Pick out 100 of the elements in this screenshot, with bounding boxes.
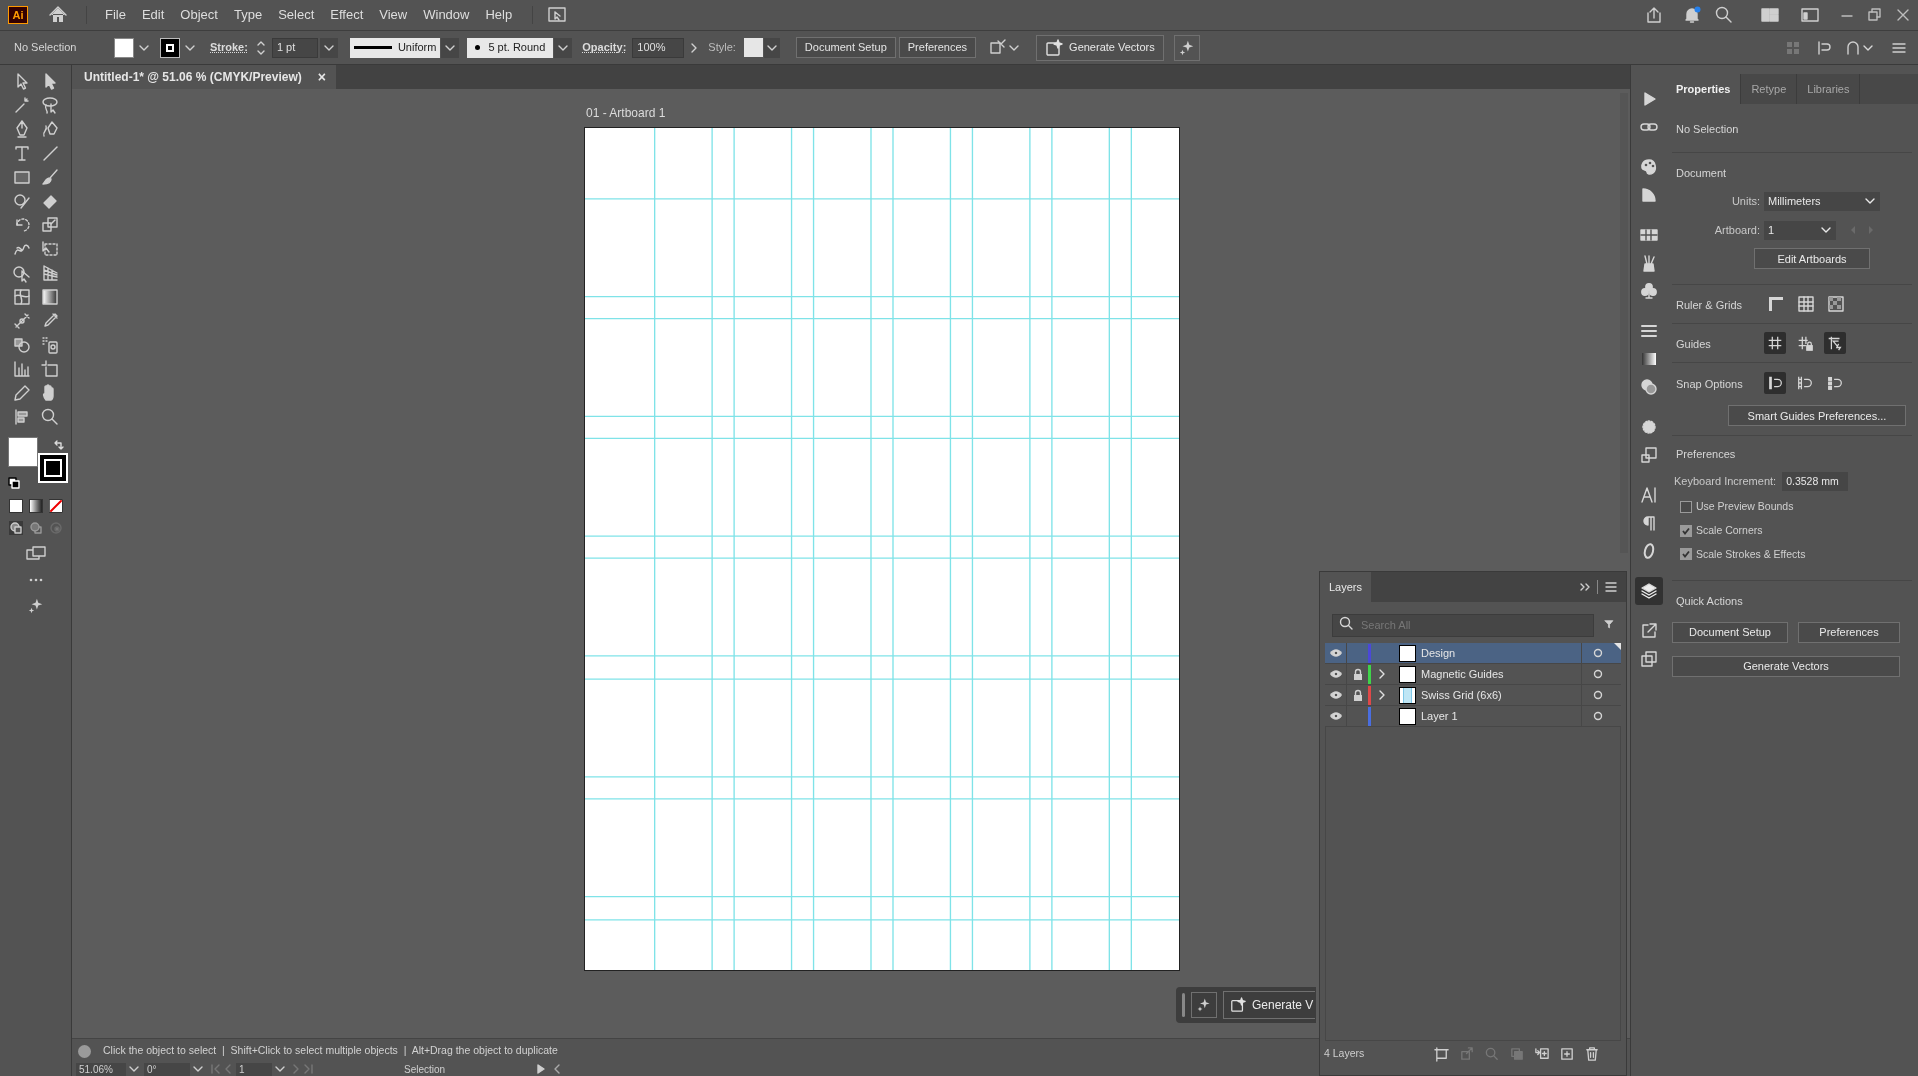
zoom-icon[interactable] (39, 407, 60, 427)
sparkle-button[interactable] (1191, 992, 1217, 1018)
pencil-icon[interactable] (11, 383, 32, 403)
stroke-weight-field[interactable]: 1 pt (271, 37, 318, 58)
free-transform-icon[interactable] (39, 239, 60, 259)
show-guides-icon[interactable] (1764, 331, 1786, 354)
preferences-button[interactable]: Preferences (1798, 621, 1900, 643)
new-layer-icon[interactable] (1559, 1046, 1575, 1062)
menu-item[interactable]: Object (172, 5, 226, 25)
character-icon[interactable] (1638, 485, 1659, 505)
snap-magnet-icon[interactable] (1816, 38, 1834, 57)
color-mode-button[interactable] (8, 499, 23, 513)
opacity-field[interactable]: 100% (632, 37, 685, 58)
layer-row[interactable]: Layer 1 (1325, 706, 1621, 727)
panel-tab[interactable]: Retype (1741, 74, 1798, 104)
shape-builder-icon[interactable] (11, 263, 32, 283)
preferences-button[interactable]: Preferences (898, 37, 977, 58)
draw-normal-icon[interactable] (8, 521, 23, 535)
menu-item[interactable]: Effect (322, 5, 372, 25)
generate-vectors-button[interactable]: Generate Vectors (1036, 34, 1164, 61)
club-icon[interactable] (1638, 281, 1659, 301)
menu-item[interactable]: Type (225, 5, 271, 25)
brush-dropdown[interactable]: 5 pt. Round (467, 37, 554, 58)
palette-icon[interactable] (1638, 157, 1659, 177)
artboard-number-field[interactable]: 1 (236, 1063, 272, 1076)
transparency-grid-icon[interactable] (1826, 293, 1846, 314)
scale-icon[interactable] (39, 215, 60, 235)
menu-item[interactable]: Edit (133, 5, 173, 25)
document-tab[interactable]: Untitled-1* @ 51.06 % (CMYK/Preview) × (72, 65, 336, 89)
target-icon[interactable] (1592, 689, 1604, 701)
style-swatch[interactable] (743, 38, 763, 57)
none-mode-icon[interactable] (48, 499, 63, 513)
stepper-icon[interactable] (255, 39, 266, 56)
keyboard-increment-field[interactable]: 0.3528 mm (1782, 472, 1849, 491)
app-logo[interactable]: Ai (8, 6, 28, 24)
bar-graph-icon[interactable] (11, 359, 32, 379)
opacity-label[interactable]: Opacity: (582, 39, 627, 56)
document-setup-button[interactable]: Document Setup (1672, 621, 1788, 643)
screen-mode-icon[interactable] (24, 545, 47, 561)
screen-mode-icon[interactable] (547, 5, 568, 25)
clipping-mask-icon[interactable] (1509, 1046, 1525, 1062)
eye-icon[interactable] (1328, 688, 1343, 702)
notification-bell-icon[interactable] (1682, 5, 1702, 25)
default-colors-icon[interactable] (7, 477, 20, 489)
search-icon[interactable] (1714, 5, 1734, 25)
mesh-icon[interactable] (11, 287, 32, 307)
stroke-swatch[interactable] (160, 37, 180, 58)
grid-icon[interactable] (1796, 293, 1816, 314)
artboards-icon[interactable] (1638, 649, 1659, 669)
transform-icon[interactable] (1638, 445, 1659, 465)
collect-export-icon[interactable] (1434, 1046, 1450, 1062)
checkbox[interactable] (1680, 500, 1692, 513)
eye-icon[interactable] (1328, 667, 1343, 681)
smart-guides-icon[interactable] (1824, 331, 1846, 354)
checkbox[interactable] (1680, 548, 1692, 561)
panel-window-icon[interactable] (1800, 5, 1820, 25)
lasso-icon[interactable] (39, 95, 60, 115)
menu-item[interactable]: Help (477, 5, 521, 25)
smart-guides-preferences-button[interactable]: Smart Guides Preferences... (1728, 405, 1906, 427)
draw-behind-icon[interactable] (28, 521, 43, 535)
generate-button[interactable]: Generate V (1223, 991, 1316, 1019)
artboard-dropdown[interactable]: 1 (1764, 220, 1836, 240)
panel-tab[interactable]: Layers (1320, 572, 1372, 602)
restore-icon[interactable] (1866, 6, 1884, 24)
new-sublayer-icon[interactable] (1534, 1046, 1550, 1062)
stroke-profile-dropdown[interactable]: Uniform (349, 37, 441, 58)
artboard-icon[interactable] (39, 359, 60, 379)
shape-blend-icon[interactable] (11, 335, 32, 355)
generate-vectors-button[interactable]: Generate Vectors (1672, 655, 1900, 677)
stroke-color-swatch[interactable] (37, 453, 68, 483)
stroke-label[interactable]: Stroke: (210, 39, 248, 56)
help-icon[interactable] (78, 1044, 91, 1058)
fill-swatch[interactable] (114, 37, 134, 58)
tab-close-button[interactable]: × (317, 66, 326, 88)
menu-item[interactable]: Select (270, 5, 323, 25)
lock-icon[interactable] (1351, 689, 1364, 701)
collapse-panel-icon[interactable] (1579, 581, 1591, 593)
transparency-icon[interactable] (1638, 377, 1659, 397)
rotation-field[interactable]: 0° (144, 1063, 190, 1076)
snap-point-icon[interactable] (1764, 371, 1786, 394)
edit-artboards-button[interactable]: Edit Artboards (1754, 248, 1870, 270)
target-icon[interactable] (1592, 668, 1604, 680)
target-icon[interactable] (1592, 647, 1604, 659)
units-dropdown[interactable]: Millimeters (1764, 191, 1880, 211)
gradient-icon[interactable] (39, 287, 60, 307)
lock-icon[interactable] (1351, 668, 1364, 680)
fill-color-swatch[interactable] (7, 437, 38, 467)
panel-menu-icon[interactable] (1604, 580, 1618, 594)
menu-item[interactable]: Window (415, 5, 478, 25)
checkbox[interactable] (1680, 524, 1692, 537)
home-icon[interactable] (48, 5, 68, 25)
delete-icon[interactable] (1584, 1046, 1600, 1062)
document-setup-button[interactable]: Document Setup (795, 37, 896, 58)
zoom-field[interactable]: 51.06% (76, 1063, 126, 1076)
menu-item[interactable]: File (97, 5, 134, 25)
panel-tab[interactable]: Properties (1666, 74, 1742, 104)
menu-item[interactable]: View (371, 5, 416, 25)
eye-icon[interactable] (1328, 709, 1343, 723)
swap-icon[interactable] (51, 439, 64, 451)
panel-tab[interactable]: Libraries (1797, 74, 1861, 104)
